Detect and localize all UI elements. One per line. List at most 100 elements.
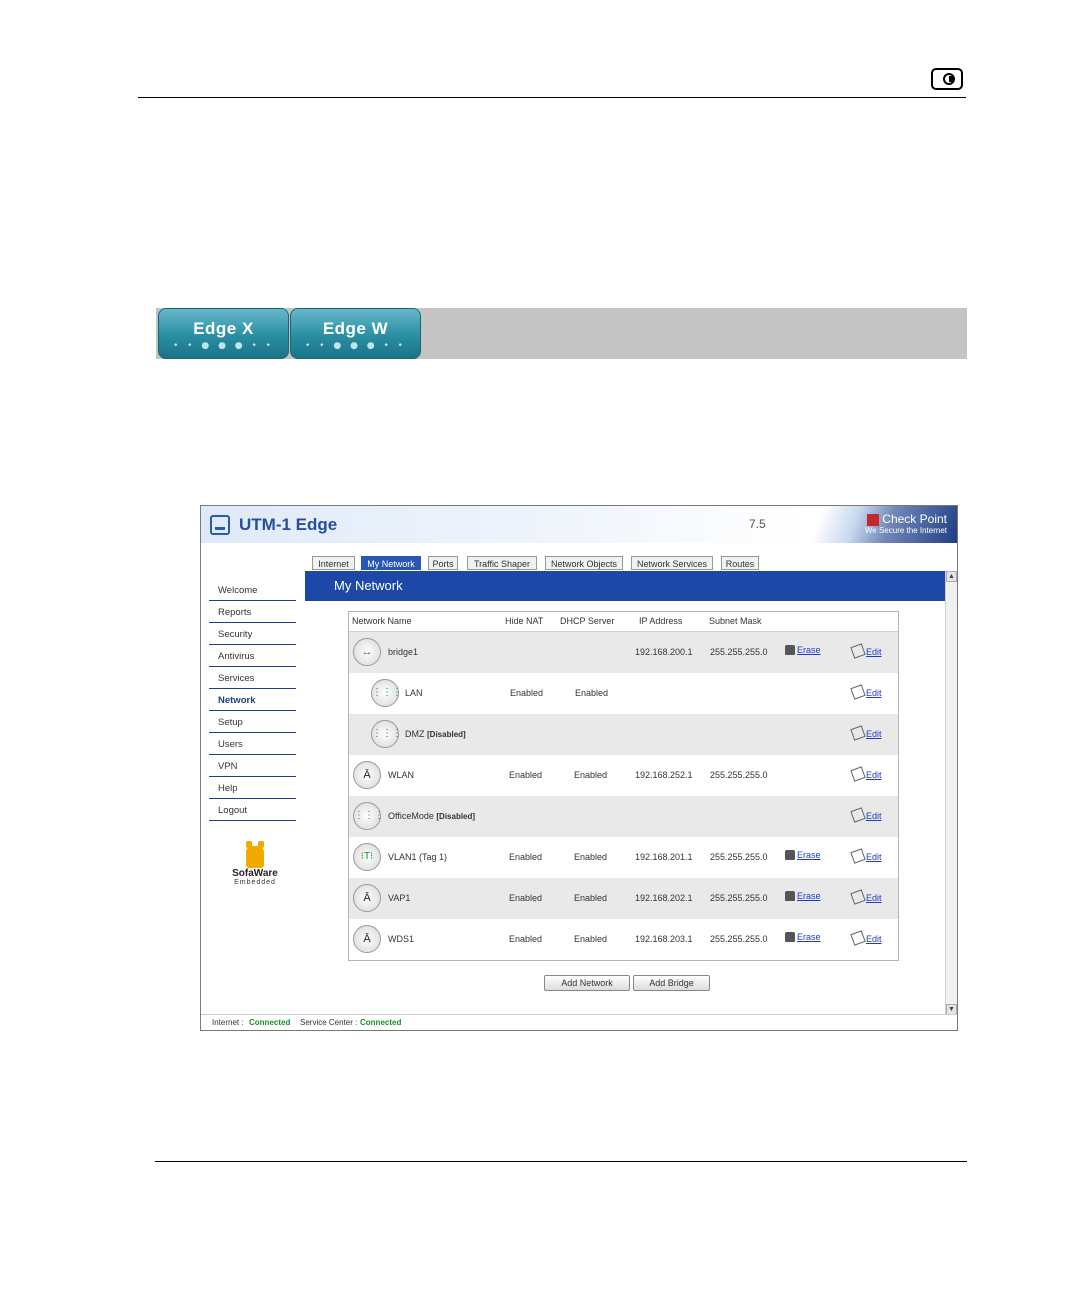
edit-icon (850, 889, 866, 905)
version-label: 7.5 (749, 517, 766, 531)
tab-routes[interactable]: Routes (721, 556, 759, 570)
row-name: VLAN1 (Tag 1) (388, 852, 448, 862)
table-row: Ā VAP1 Enabled Enabled 192.168.202.1 255… (349, 878, 898, 919)
row-mask: 255.255.255.0 (710, 893, 768, 903)
sidebar-item-help[interactable]: Help (209, 778, 296, 799)
bridge-icon: ↔ (353, 638, 381, 666)
row-ip: 192.168.201.1 (635, 852, 693, 862)
row-dhcp: Enabled (574, 934, 608, 944)
vertical-scrollbar[interactable]: ▲ ▼ (945, 571, 957, 1015)
erase-label: Erase (797, 891, 821, 901)
erase-link[interactable]: Erase (785, 850, 821, 860)
sidebar-item-services[interactable]: Services (209, 668, 296, 689)
erase-label: Erase (797, 932, 821, 942)
edit-link[interactable]: Edit (850, 930, 882, 946)
row-status-tag: [Disabled] (436, 812, 476, 821)
row-dhcp: Enabled (574, 770, 608, 780)
brand-name: Check Point (882, 512, 947, 526)
antenna-icon: Ā (353, 761, 381, 789)
erase-label: Erase (797, 645, 821, 655)
badge-edge-x: Edge X • • ● ● ● • • (158, 308, 289, 359)
sofaware-mascot-icon (246, 841, 264, 868)
edit-label: Edit (866, 811, 882, 821)
page-top-rule (138, 97, 966, 98)
edit-label: Edit (866, 647, 882, 657)
sidebar-item-antivirus[interactable]: Antivirus (209, 646, 296, 667)
router-icon (210, 515, 230, 535)
edit-icon (850, 807, 866, 823)
erase-icon (785, 932, 795, 942)
row-name: LAN (405, 688, 423, 698)
tab-my-network[interactable]: My Network (361, 556, 421, 570)
table-row: ⁝T⁝ VLAN1 (Tag 1) Enabled Enabled 192.16… (349, 837, 898, 878)
tab-network-services[interactable]: Network Services (631, 556, 713, 570)
page-title: My Network (334, 578, 403, 593)
erase-label: Erase (797, 850, 821, 860)
sidebar-item-logout[interactable]: Logout (209, 800, 296, 821)
status-bar: Internet : Connected Service Center : Co… (201, 1014, 957, 1030)
add-network-button[interactable]: Add Network (544, 975, 630, 991)
col-ip-address: IP Address (639, 616, 683, 626)
row-name-cell: DMZ [Disabled] (405, 729, 466, 739)
internet-status-value: Connected (249, 1018, 291, 1027)
sidebar: Welcome Reports Security Antivirus Servi… (201, 543, 304, 1013)
table-row: ⋮⋮⋮ LAN Enabled Enabled Edit (349, 673, 898, 714)
erase-icon (785, 891, 795, 901)
sidebar-item-security[interactable]: Security (209, 624, 296, 645)
sidebar-item-setup[interactable]: Setup (209, 712, 296, 733)
sidebar-item-network[interactable]: Network (209, 690, 296, 711)
chapter-icon (931, 68, 963, 90)
brand-logo: Check Point We Secure the Internet (865, 512, 947, 535)
table-row: Ā WLAN Enabled Enabled 192.168.252.1 255… (349, 755, 898, 796)
badge-dots-icon: • • ● ● ● • • (305, 341, 406, 351)
tab-traffic-shaper[interactable]: Traffic Shaper (467, 556, 537, 570)
edit-link[interactable]: Edit (850, 766, 882, 782)
sidebar-item-vpn[interactable]: VPN (209, 756, 296, 777)
sidebar-item-reports[interactable]: Reports (209, 602, 296, 623)
product-badge-bar: Edge X • • ● ● ● • • Edge W • • ● ● ● • … (156, 308, 967, 359)
networks-table: Network Name Hide NAT DHCP Server IP Add… (348, 611, 899, 961)
add-bridge-button[interactable]: Add Bridge (633, 975, 710, 991)
edit-link[interactable]: Edit (850, 643, 882, 659)
row-mask: 255.255.255.0 (710, 852, 768, 862)
edit-link[interactable]: Edit (850, 725, 882, 741)
content-header: My Network (305, 571, 945, 601)
internet-status-label: Internet : (212, 1018, 244, 1027)
edit-label: Edit (866, 893, 882, 903)
edit-link[interactable]: Edit (850, 889, 882, 905)
service-center-label: Service Center : (300, 1018, 358, 1027)
row-dhcp: Enabled (574, 852, 608, 862)
tab-internet[interactable]: Internet (312, 556, 355, 570)
scroll-up-icon[interactable]: ▲ (946, 571, 957, 582)
app-window: UTM-1 Edge 7.5 Check Point We Secure the… (200, 505, 958, 1031)
tab-ports[interactable]: Ports (428, 556, 458, 570)
badge-label: Edge W (322, 319, 389, 338)
sidebar-item-welcome[interactable]: Welcome (209, 580, 296, 601)
antenna-icon: Ā (353, 884, 381, 912)
brand-tagline: We Secure the Internet (864, 526, 947, 535)
edit-icon (850, 643, 866, 659)
tab-network-objects[interactable]: Network Objects (545, 556, 623, 570)
badge-edge-w: Edge W • • ● ● ● • • (290, 308, 421, 359)
row-name-cell: OfficeMode [Disabled] (388, 811, 475, 821)
edit-label: Edit (866, 729, 882, 739)
edit-link[interactable]: Edit (850, 848, 882, 864)
erase-link[interactable]: Erase (785, 645, 821, 655)
antenna-icon: Ā (353, 925, 381, 953)
row-status-tag: [Disabled] (427, 730, 466, 739)
erase-link[interactable]: Erase (785, 891, 821, 901)
erase-link[interactable]: Erase (785, 932, 821, 942)
edit-link[interactable]: Edit (850, 807, 882, 823)
table-header: Network Name Hide NAT DHCP Server IP Add… (349, 612, 898, 632)
row-name: bridge1 (388, 647, 419, 657)
row-ip: 192.168.200.1 (635, 647, 693, 657)
badge-dots-icon: • • ● ● ● • • (173, 341, 274, 351)
col-hide-nat: Hide NAT (505, 616, 544, 626)
row-mask: 255.255.255.0 (710, 770, 768, 780)
row-name: OfficeMode (388, 811, 434, 821)
sidebar-item-users[interactable]: Users (209, 734, 296, 755)
edit-link[interactable]: Edit (850, 684, 882, 700)
sofaware-logo: SofaWare Embedded (225, 841, 285, 886)
row-hide-nat: Enabled (509, 934, 543, 944)
row-name: VAP1 (388, 893, 411, 903)
